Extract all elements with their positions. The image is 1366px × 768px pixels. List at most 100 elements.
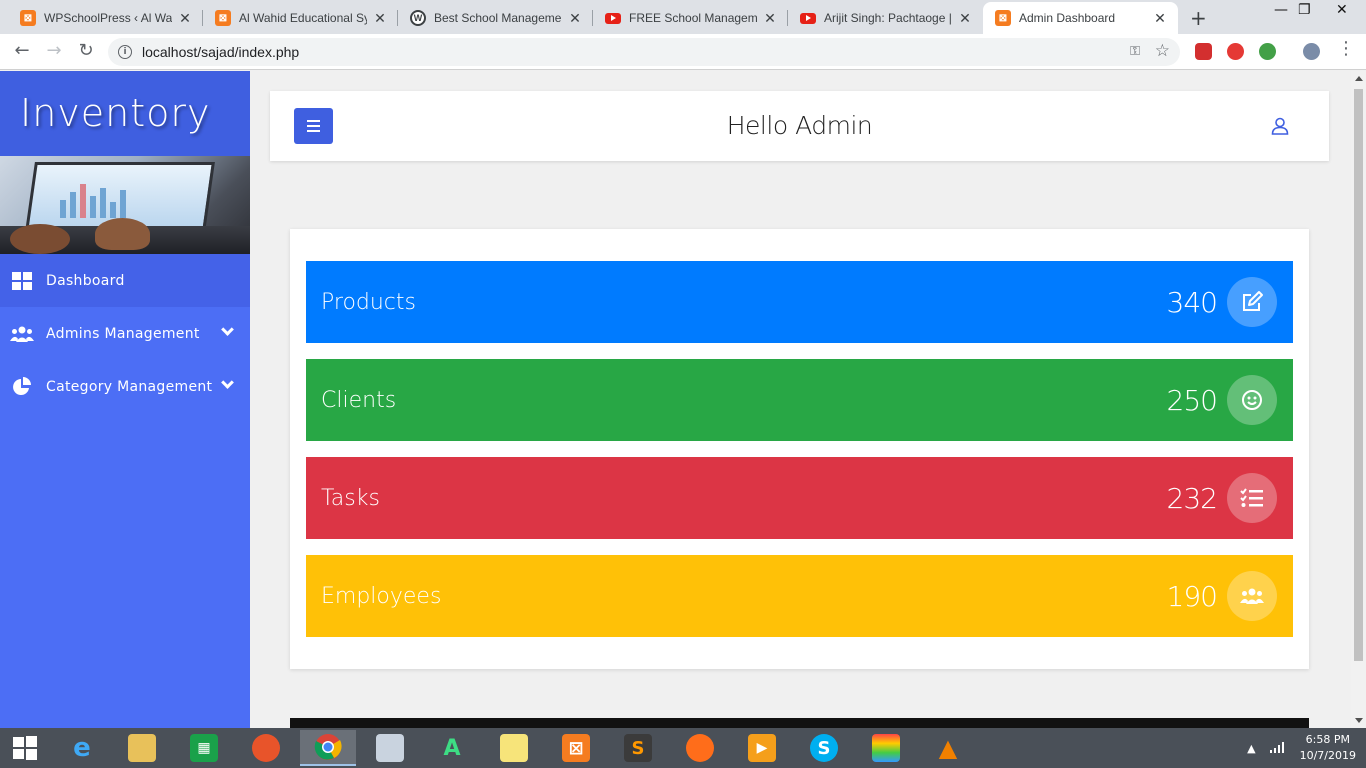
profile-avatar[interactable] [1303,43,1320,60]
xampp-icon: ⊠ [215,10,231,26]
page-scrollbar[interactable] [1351,71,1366,728]
close-icon[interactable]: ✕ [372,10,388,27]
stat-employees[interactable]: Employees 190 [306,555,1293,637]
chrome-icon[interactable] [300,730,356,766]
chevron-up-icon[interactable]: ▲ [1247,742,1255,755]
windows-logo-icon [13,736,37,760]
extension-icon[interactable] [1259,43,1276,60]
close-icon[interactable]: ✕ [567,10,583,27]
android-studio-icon[interactable]: A [424,730,480,766]
scrollbar-thumb[interactable] [1354,89,1363,661]
sidebar: Inventory Dashboard Admins Management Ca… [0,71,250,728]
sidebar-item-admins-management[interactable]: Admins Management [0,307,250,360]
chevron-down-icon[interactable] [221,323,234,336]
stat-tasks[interactable]: Tasks 232 [306,457,1293,539]
back-button[interactable]: ← [10,40,34,61]
start-button[interactable] [0,728,50,768]
grid-icon [10,271,34,291]
key-icon[interactable]: ⚿ [1130,44,1140,59]
scroll-down-icon[interactable] [1355,718,1363,723]
youtube-icon [800,12,816,24]
xampp-icon: ⊠ [995,10,1011,26]
close-icon[interactable]: ✕ [957,10,973,27]
chevron-down-icon[interactable] [221,376,234,389]
wordpress-icon: W [410,10,426,26]
close-icon[interactable]: ✕ [762,10,778,27]
restore-button[interactable]: ❐ [1298,2,1311,18]
tab-title: Al Wahid Educational Sy [239,11,367,25]
stat-value: 340 [1166,285,1218,319]
browser-tab[interactable]: W Best School Managemen ✕ [398,2,593,34]
browser-tab-active[interactable]: ⊠ Admin Dashboard ✕ [983,2,1178,34]
sidebar-item-label: Admins Management [46,325,200,342]
sublime-text-icon[interactable]: S [610,730,666,766]
youtube-icon [605,12,621,24]
tab-title: WPSchoolPress ‹ Al Wah [44,11,172,25]
stat-label: Clients [321,387,397,413]
browser-tab[interactable]: Arijit Singh: Pachtaoge | ✕ [788,2,983,34]
bookmark-star-icon[interactable]: ☆ [1155,41,1170,61]
stat-value: 250 [1166,383,1218,417]
smile-icon [1227,375,1277,425]
browser-tab[interactable]: ⊠ WPSchoolPress ‹ Al Wah ✕ [8,2,203,34]
stat-label: Tasks [321,485,380,511]
browser-tab[interactable]: FREE School Managemen ✕ [593,2,788,34]
monitor-app-icon[interactable] [362,730,418,766]
user-icon[interactable] [1271,117,1289,135]
sidebar-item-dashboard[interactable]: Dashboard [0,254,250,307]
tab-title: FREE School Managemen [629,11,757,25]
address-bar[interactable]: i localhost/sajad/index.php ⚿ ☆ [108,38,1180,66]
extension-icon[interactable] [1227,43,1244,60]
system-clock[interactable]: 6:58 PM 10/7/2019 [1300,732,1356,764]
stat-products[interactable]: Products 340 [306,261,1293,343]
tab-title: Best School Managemen [434,11,562,25]
windows-taskbar: e ▦ A ⊠ S ▶ S ▲ ▲ 6:58 PM 10/7/2019 [0,728,1366,768]
system-tray: ▲ 6:58 PM 10/7/2019 [1247,728,1366,768]
internet-explorer-icon[interactable]: e [54,730,110,766]
dashboard-stats-card: Products 340 Clients 250 Tasks 232 Emplo… [290,229,1309,669]
skype-icon[interactable]: S [796,730,852,766]
close-icon[interactable]: ✕ [177,10,193,27]
file-explorer-icon[interactable] [114,730,170,766]
url-text[interactable]: localhost/sajad/index.php [142,44,299,60]
firefox-alt-icon[interactable] [238,730,294,766]
browser-toolbar: ← → ↻ i localhost/sajad/index.php ⚿ ☆ ⋮ [0,34,1366,70]
browser-tab-strip: ⊠ WPSchoolPress ‹ Al Wah ✕ ⊠ Al Wahid Ed… [0,0,1366,34]
tasks-icon [1227,473,1277,523]
browser-tab[interactable]: ⊠ Al Wahid Educational Sy ✕ [203,2,398,34]
reload-button[interactable]: ↻ [74,40,98,61]
top-header: Hello Admin [270,91,1329,161]
sidebar-item-category-management[interactable]: Category Management [0,360,250,413]
info-icon[interactable]: i [118,45,132,59]
page-footer [290,718,1309,728]
vlc-icon[interactable]: ▲ [920,730,976,766]
extension-icon[interactable] [1195,43,1212,60]
minimize-button[interactable]: — [1274,2,1288,18]
xampp-icon: ⊠ [20,10,36,26]
firefox-icon[interactable] [672,730,728,766]
close-window-button[interactable]: ✕ [1336,2,1348,18]
forward-button[interactable]: → [42,40,66,61]
stat-label: Employees [321,583,442,609]
brand-title: Inventory [0,71,250,156]
sidebar-item-label: Dashboard [46,272,125,289]
tab-title: Arijit Singh: Pachtaoge | [824,11,952,25]
menu-dots-icon[interactable]: ⋮ [1334,38,1358,59]
stat-clients[interactable]: Clients 250 [306,359,1293,441]
stat-value: 190 [1166,579,1218,613]
media-player-icon[interactable]: ▶ [734,730,790,766]
edit-icon [1227,277,1277,327]
clock-time: 6:58 PM [1305,733,1350,746]
users-icon [1227,571,1277,621]
network-icon[interactable] [1269,741,1286,756]
xampp-icon[interactable]: ⊠ [548,730,604,766]
scroll-up-icon[interactable] [1355,76,1363,81]
users-icon [10,324,34,344]
close-icon[interactable]: ✕ [1152,10,1168,27]
store-icon[interactable]: ▦ [176,730,232,766]
bluestacks-icon[interactable] [858,730,914,766]
new-tab-button[interactable]: + [1190,6,1207,30]
stat-value: 232 [1166,481,1218,515]
page-greeting: Hello Admin [726,111,873,140]
sticky-notes-icon[interactable] [486,730,542,766]
